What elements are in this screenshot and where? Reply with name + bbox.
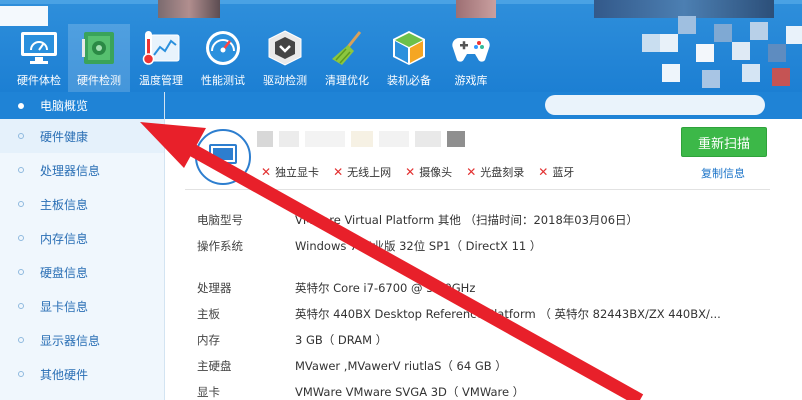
info-row: 主硬盘 MVawer ,MVawerV riutlaS（ 64 GB ） [197,359,507,373]
sidebar-item-health[interactable]: 硬件健康 [0,119,164,153]
toolbar-item-driver[interactable]: 驱动检测 [254,24,316,92]
sidebar-item-motherboard[interactable]: 主板信息 [0,187,164,221]
info-row: 电脑型号 VMware Virtual Platform 其他 （扫描时间：201… [197,213,639,227]
toolbar-label: 驱动检测 [263,74,307,87]
toolbar-item-essentials[interactable]: 装机必备 [378,24,440,92]
x-icon: ✕ [261,165,272,179]
toolbar-item-hardware-check[interactable]: 硬件体检 [10,24,68,92]
info-row: 内存 3 GB（ DRAM ） [197,333,388,347]
thermometer-chart-icon [141,28,181,68]
toolbar-item-temperature[interactable]: 温度管理 [130,24,192,92]
sidebar: 电脑概览 硬件健康 处理器信息 主板信息 内存信息 硬盘信息 显卡信息 显示器信… [0,92,165,400]
bullet-icon [18,102,24,109]
bullet-icon [18,167,24,173]
info-row: 操作系统 Windows 7 专业版 32位 SP1（ DirectX 11 ） [197,239,542,253]
sidebar-item-other[interactable]: 其他硬件 [0,357,164,391]
sidebar-item-disk[interactable]: 硬盘信息 [0,255,164,289]
missing-hardware-list: ✕ 独立显卡 ✕ 无线上网 ✕ 摄像头 ✕ 光盘刻录 ✕ 蓝牙 [261,164,574,180]
sidebar-item-label: 内存信息 [40,231,89,246]
sidebar-item-memory[interactable]: 内存信息 [0,221,164,255]
toolbar-item-performance[interactable]: 性能测试 [192,24,254,92]
sidebar-item-label: 显卡信息 [40,299,89,314]
sidebar-item-label: 主板信息 [40,197,89,212]
missing-item: ✕ 无线上网 [333,165,392,179]
bullet-icon [18,303,24,309]
toolbar-label: 性能测试 [201,74,245,87]
driver-chip-icon [265,28,305,68]
bullet-icon [18,337,24,343]
sidebar-item-label: 电脑概览 [40,99,89,113]
rescan-button[interactable]: 重新扫描 [681,127,767,157]
blurred-computer-name [257,131,465,149]
blurred-title [0,6,48,26]
toolbar-label: 温度管理 [139,74,183,87]
monitor-gauge-icon [19,28,59,68]
divider [185,189,770,190]
gamepad-icon [451,28,491,68]
sidebar-item-label: 显示器信息 [40,333,101,348]
toolbar-label: 装机必备 [387,74,431,87]
sidebar-item-label: 处理器信息 [40,163,101,178]
bullet-icon [18,269,24,275]
missing-item: ✕ 摄像头 [405,165,453,179]
computer-icon [195,129,251,185]
sidebar-item-display[interactable]: 显示器信息 [0,323,164,357]
overview-panel: ✕ 独立显卡 ✕ 无线上网 ✕ 摄像头 ✕ 光盘刻录 ✕ 蓝牙 重新扫描 复制信息 电脑型… [165,119,802,400]
bullet-icon [18,235,24,241]
system-info-list: 电脑型号 VMware Virtual Platform 其他 （扫描时间：201… [197,207,757,400]
circuit-board-icon [79,28,119,68]
toolbar-item-cleanup[interactable]: 清理优化 [316,24,378,92]
broom-icon [327,28,367,68]
missing-item: ✕ 独立显卡 [261,165,320,179]
toolbar-label: 硬件体检 [17,74,61,87]
blurred-photo [456,0,496,18]
sidebar-item-label: 其他硬件 [40,367,89,382]
copy-info-link[interactable]: 复制信息 [701,165,745,181]
toolbar-label: 清理优化 [325,74,369,87]
x-icon: ✕ [538,165,549,179]
bullet-icon [18,201,24,207]
missing-item: ✕ 蓝牙 [538,165,575,179]
missing-item: ✕ 光盘刻录 [466,165,525,179]
bullet-icon [18,133,24,139]
toolbar-label: 硬件检测 [77,74,121,87]
bullet-icon [18,371,24,377]
cube-box-icon [389,28,429,68]
sidebar-item-gpu[interactable]: 显卡信息 [0,289,164,323]
x-icon: ✕ [333,165,344,179]
sidebar-item-label: 硬件健康 [40,129,89,144]
top-toolbar: 硬件体检 硬件检测 温度管理 性能测试 驱动检测 清理优化 装机必备 游戏库 [0,0,802,92]
info-row: 显卡 VMWare VMware SVGA 3D（ VMWare ） [197,385,525,399]
info-row: 主板 英特尔 440BX Desktop Reference Platform （… [197,307,721,321]
blurred-photo [158,0,220,18]
info-row: 处理器 英特尔 Core i7-6700 @ 3.40GHz [197,281,476,295]
blurred-area [545,95,765,115]
subheader-strip [165,92,802,119]
toolbar-label: 游戏库 [454,74,488,87]
sidebar-item-cpu[interactable]: 处理器信息 [0,153,164,187]
sidebar-item-overview[interactable]: 电脑概览 [0,92,164,119]
x-icon: ✕ [405,165,416,179]
toolbar-item-games[interactable]: 游戏库 [440,24,502,92]
speedometer-icon [203,28,243,68]
toolbar-item-hardware-detect[interactable]: 硬件检测 [68,24,130,92]
x-icon: ✕ [466,165,477,179]
sidebar-item-label: 硬盘信息 [40,265,89,280]
pixelated-region [642,14,802,92]
